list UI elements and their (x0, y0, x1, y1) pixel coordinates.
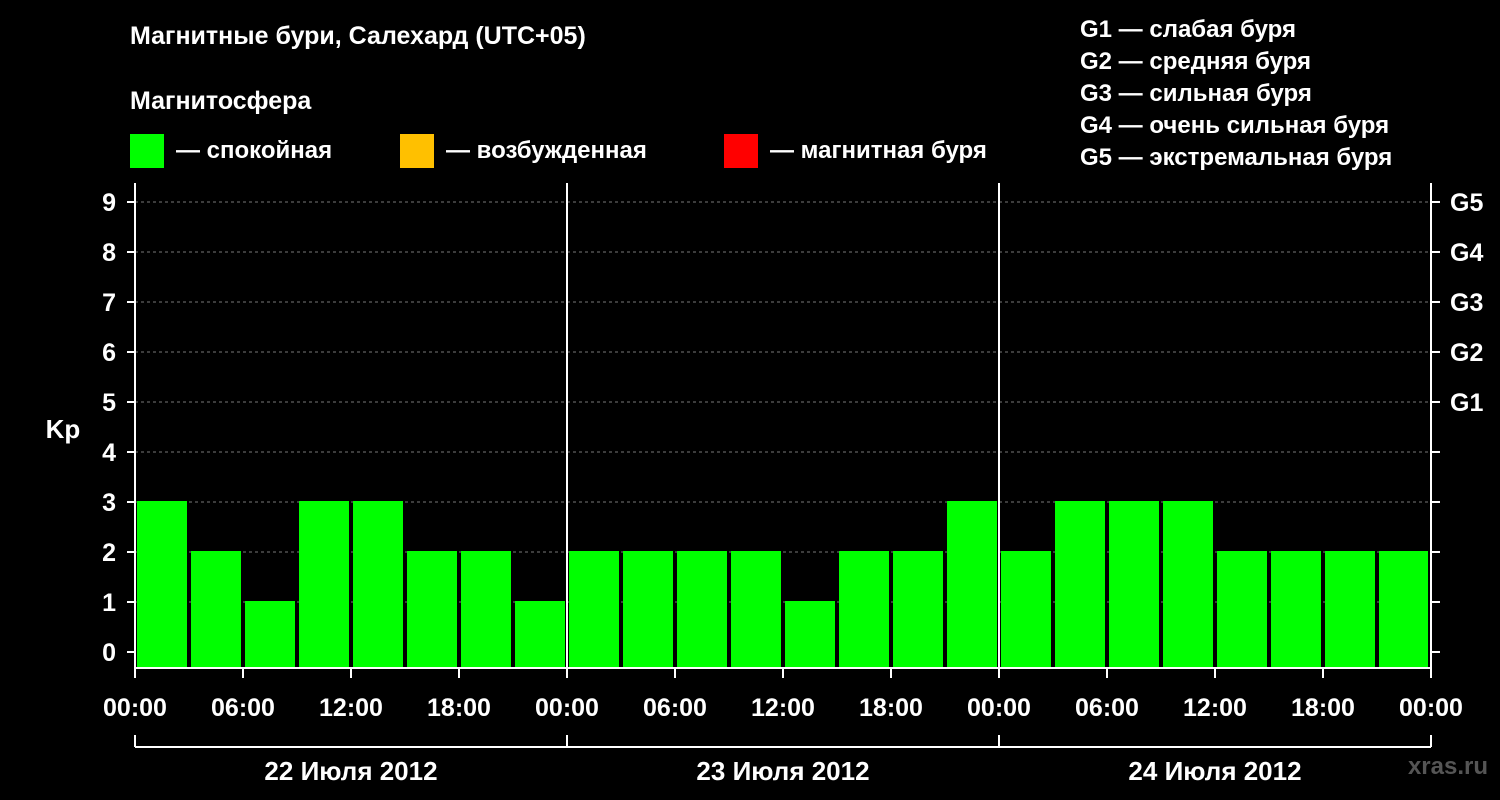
kp-bar (569, 551, 619, 668)
x-tick-label: 12:00 (751, 694, 815, 722)
kp-bar (731, 551, 781, 668)
day-label: 22 Июля 2012 (264, 756, 437, 786)
y-tick-label: 9 (102, 189, 116, 217)
y-tick-label: 2 (102, 539, 116, 567)
x-tick-label: 00:00 (103, 694, 167, 722)
kp-bar (1055, 501, 1105, 668)
kp-bar-chart: 0 1 2 3 4 5 6 7 8 9 G1 G2 G3 G4 G5 Kp 00:00 06:00 12:00 18:… (46, 183, 1483, 786)
y-axis-label: Kp (46, 414, 81, 444)
kp-bar (407, 551, 457, 668)
y-tick-label: 8 (102, 239, 116, 267)
kp-bar (515, 601, 565, 668)
kp-bar (1163, 501, 1213, 668)
kp-bar (461, 551, 511, 668)
x-tick-label: 06:00 (643, 694, 707, 722)
watermark: xras.ru (1407, 753, 1488, 780)
x-tick-label: 18:00 (859, 694, 923, 722)
kp-bar (1379, 551, 1428, 668)
x-tick-label: 18:00 (427, 694, 491, 722)
y-tick-label: 7 (102, 289, 116, 317)
y-tick-label: 4 (102, 439, 116, 467)
kp-bar (623, 551, 673, 668)
x-tick-label: 00:00 (967, 694, 1031, 722)
kp-bar (893, 551, 943, 668)
y-tick-label: 6 (102, 339, 116, 367)
g-scale-label: G5 (1450, 189, 1483, 217)
day-label: 23 Июля 2012 (696, 756, 869, 786)
kp-bar (299, 501, 349, 668)
x-tick-label: 12:00 (319, 694, 383, 722)
kp-bar (839, 551, 889, 668)
kp-bar (191, 551, 241, 668)
kp-bar (1001, 551, 1051, 668)
x-tick-label: 06:00 (211, 694, 275, 722)
kp-bar (1217, 551, 1267, 668)
g-scale-label: G2 (1450, 339, 1483, 367)
g-scale-label: G4 (1450, 239, 1483, 267)
y-tick-label: 5 (102, 389, 116, 417)
kp-bar (677, 551, 727, 668)
y-tick-label: 1 (102, 589, 116, 617)
kp-bar (947, 501, 997, 668)
g-scale-label: G3 (1450, 289, 1483, 317)
kp-bar (1271, 551, 1321, 668)
g-scale-label: G1 (1450, 389, 1483, 417)
day-label: 24 Июля 2012 (1128, 756, 1301, 786)
x-tick-label: 00:00 (535, 694, 599, 722)
kp-bar (137, 501, 187, 668)
kp-bar (1325, 551, 1375, 668)
kp-bar (785, 601, 835, 668)
x-tick-label: 06:00 (1075, 694, 1139, 722)
y-tick-label: 3 (102, 489, 116, 517)
kp-bar (245, 601, 295, 668)
y-tick-label: 0 (102, 639, 116, 667)
x-tick-label: 00:00 (1399, 694, 1463, 722)
kp-bar (353, 501, 403, 668)
x-tick-label: 18:00 (1291, 694, 1355, 722)
x-tick-label: 12:00 (1183, 694, 1247, 722)
kp-bar (1109, 501, 1159, 668)
